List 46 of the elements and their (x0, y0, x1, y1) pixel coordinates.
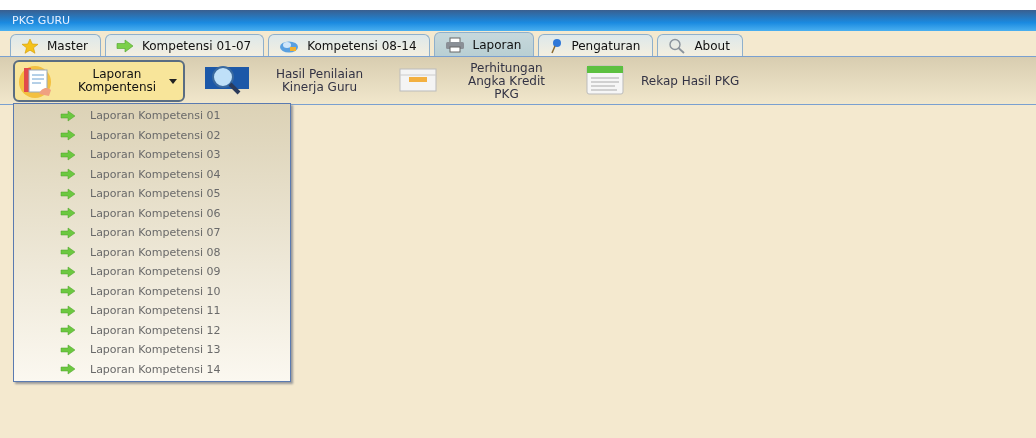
arrow-right-icon (60, 187, 76, 200)
ribbon-button[interactable]: Hasil Penilaian Kinerja Guru (199, 60, 380, 102)
tab[interactable]: Laporan (433, 32, 535, 56)
tab[interactable]: Master (10, 34, 101, 56)
menu-item[interactable]: Laporan Kompetensi 07 (14, 223, 290, 243)
menu-item[interactable]: Laporan Kompetensi 14 (14, 359, 290, 379)
menu-item[interactable]: Laporan Kompetensi 06 (14, 203, 290, 223)
arrow-right-icon (60, 207, 76, 220)
arrow-right-icon (60, 285, 76, 298)
pin-icon (549, 37, 564, 54)
tab[interactable]: About (657, 34, 743, 56)
arrow-right-icon (60, 226, 76, 239)
menu-item[interactable]: Laporan Kompetensi 04 (14, 164, 290, 184)
menu-item[interactable]: Laporan Kompetensi 08 (14, 242, 290, 262)
document-icon (585, 64, 625, 98)
tab[interactable]: Kompetensi 01-07 (105, 34, 265, 56)
arrow-right-icon (116, 38, 134, 53)
arrow-right-icon (60, 265, 76, 278)
menu-item[interactable]: Laporan Kompetensi 10 (14, 281, 290, 301)
arrow-right-icon (60, 363, 76, 376)
arrow-right-icon (60, 129, 76, 142)
menu-item[interactable]: Laporan Kompetensi 02 (14, 125, 290, 145)
arrow-right-icon (60, 109, 76, 122)
arrow-right-icon (60, 304, 76, 317)
menu-item[interactable]: Laporan Kompetensi 09 (14, 262, 290, 282)
window-title: PKG GURU (12, 14, 71, 27)
dropdown-button[interactable]: Laporan Kompentensi (13, 60, 185, 102)
tab[interactable]: Pengaturan (538, 34, 654, 56)
menu-item[interactable]: Laporan Kompetensi 01 (14, 106, 290, 126)
caret-icon (169, 78, 177, 84)
star-icon (21, 37, 39, 54)
arrow-right-icon (60, 324, 76, 337)
tab[interactable]: Kompetensi 08-14 (268, 34, 430, 56)
search-icon (668, 37, 687, 54)
arrow-right-icon (60, 246, 76, 259)
menu-item[interactable]: Laporan Kompetensi 05 (14, 184, 290, 204)
printer-icon (444, 36, 465, 53)
menu-item[interactable]: Laporan Kompetensi 03 (14, 145, 290, 165)
arrow-right-icon (60, 168, 76, 181)
arrow-right-icon (60, 148, 76, 161)
menu-item[interactable]: Laporan Kompetensi 11 (14, 301, 290, 321)
ribbon-button[interactable]: Perhitungan Angka Kredit PKG (394, 60, 567, 102)
arrow-right-icon (60, 343, 76, 356)
menu-item[interactable]: Laporan Kompetensi 13 (14, 340, 290, 360)
ribbon-button[interactable]: Rekap Hasil PKG (581, 60, 748, 102)
menu-item[interactable]: Laporan Kompetensi 12 (14, 320, 290, 340)
